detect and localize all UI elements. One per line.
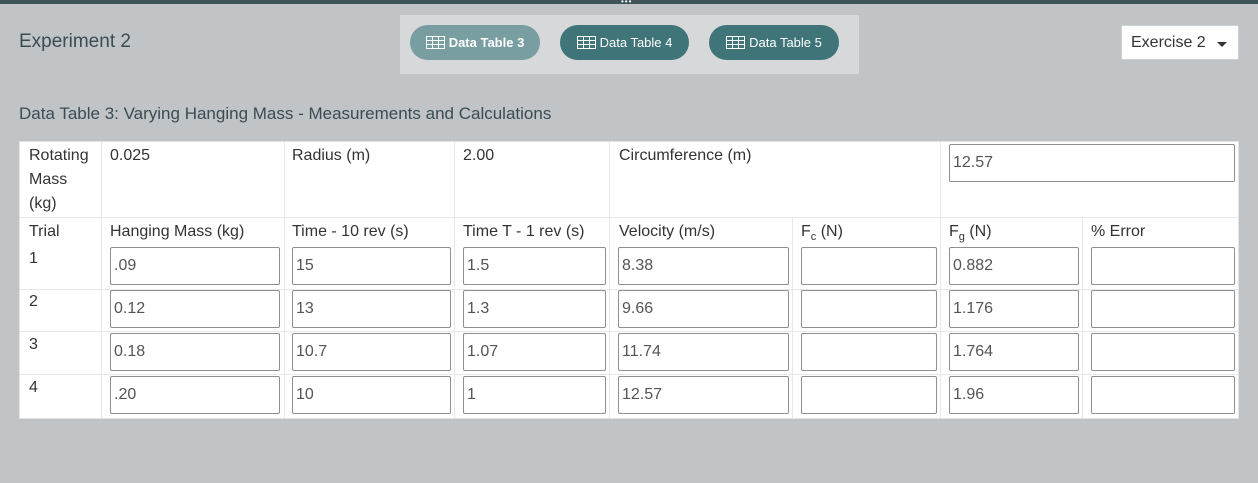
radius-value: 2.00 — [463, 147, 495, 164]
time-10-input[interactable]: 13 — [292, 290, 451, 328]
caret-down-icon — [1217, 42, 1227, 47]
rotating-mass-label: Rotating Mass (kg) — [29, 147, 89, 212]
tab-data-table-3[interactable]: Data Table 3 — [410, 25, 540, 60]
column-divider — [940, 142, 941, 418]
column-divider — [284, 142, 285, 418]
data-table: Rotating Mass (kg) 0.025 Radius (m) 2.00… — [19, 141, 1239, 419]
hanging-mass-input[interactable]: 0.18 — [110, 333, 280, 371]
col-header-velocity: Velocity (m/s) — [619, 223, 716, 240]
tab-label: Data Table 5 — [749, 35, 822, 50]
column-divider — [609, 142, 610, 418]
tab-label: Data Table 4 — [599, 35, 673, 50]
circumference-field[interactable]: 12.57 — [949, 144, 1235, 182]
col-header-error: % Error — [1091, 223, 1146, 240]
fg-input[interactable]: 1.176 — [949, 290, 1079, 328]
exercise-select-value: Exercise 2 — [1131, 33, 1206, 51]
trial-number: 1 — [29, 250, 38, 267]
col-header-fc: Fc (N) — [801, 223, 843, 244]
error-input[interactable] — [1091, 290, 1235, 328]
table-grid-icon — [576, 36, 596, 49]
hanging-mass-input[interactable]: 0.12 — [110, 290, 280, 328]
tab-data-table-5[interactable]: Data Table 5 — [709, 25, 839, 60]
fg-input[interactable]: 0.882 — [949, 247, 1079, 285]
trial-number: 2 — [29, 293, 38, 310]
circumference-value: 12.57 — [953, 154, 994, 171]
time-10-input[interactable]: 15 — [292, 247, 451, 285]
trial-number: 4 — [29, 379, 38, 396]
drag-handle-icon[interactable]: ••• — [621, 0, 641, 6]
experiment-title: Experiment 2 — [19, 31, 131, 52]
time-1-input[interactable]: 1.07 — [463, 333, 606, 371]
fg-input[interactable]: 1.96 — [949, 376, 1079, 414]
tab-strip: Data Table 3 Data Table 4 Data Table 5 — [400, 15, 859, 74]
fg-input[interactable]: 1.764 — [949, 333, 1079, 371]
row-divider — [20, 217, 1238, 218]
tab-label: Data Table 3 — [448, 35, 525, 50]
col-header-time-1: Time T - 1 rev (s) — [463, 223, 585, 240]
error-input[interactable] — [1091, 333, 1235, 371]
fc-input[interactable] — [801, 376, 937, 414]
col-header-fg: Fg (N) — [949, 223, 992, 244]
rotating-mass-value: 0.025 — [110, 147, 151, 164]
velocity-input[interactable]: 9.66 — [618, 290, 789, 328]
velocity-input[interactable]: 12.57 — [618, 376, 789, 414]
col-header-hanging-mass: Hanging Mass (kg) — [110, 223, 245, 240]
time-10-input[interactable]: 10 — [292, 376, 451, 414]
hanging-mass-input[interactable]: .20 — [110, 376, 280, 414]
row-divider — [20, 331, 1238, 332]
velocity-input[interactable]: 8.38 — [618, 247, 789, 285]
tab-data-table-4[interactable]: Data Table 4 — [560, 25, 689, 60]
time-1-input[interactable]: 1 — [463, 376, 606, 414]
table-grid-icon — [425, 36, 445, 49]
fc-input[interactable] — [801, 247, 937, 285]
time-10-input[interactable]: 10.7 — [292, 333, 451, 371]
velocity-input[interactable]: 11.74 — [618, 333, 789, 371]
radius-label: Radius (m) — [292, 147, 371, 164]
error-input[interactable] — [1091, 376, 1235, 414]
exercise-select[interactable]: Exercise 2 — [1121, 25, 1239, 60]
trial-number: 3 — [29, 336, 38, 353]
col-header-time-10: Time - 10 rev (s) — [292, 223, 409, 240]
table-grid-icon — [726, 36, 746, 49]
column-divider — [454, 142, 455, 418]
column-divider — [101, 142, 102, 418]
error-input[interactable] — [1091, 247, 1235, 285]
fc-input[interactable] — [801, 290, 937, 328]
table-title: Data Table 3: Varying Hanging Mass - Mea… — [19, 104, 552, 123]
col-header-trial: Trial — [29, 223, 60, 240]
fc-input[interactable] — [801, 333, 937, 371]
time-1-input[interactable]: 1.5 — [463, 247, 606, 285]
column-divider — [1082, 217, 1083, 418]
time-1-input[interactable]: 1.3 — [463, 290, 606, 328]
hanging-mass-input[interactable]: .09 — [110, 247, 280, 285]
row-divider — [20, 374, 1238, 375]
column-divider — [792, 217, 793, 418]
circumference-label: Circumference (m) — [619, 147, 752, 164]
